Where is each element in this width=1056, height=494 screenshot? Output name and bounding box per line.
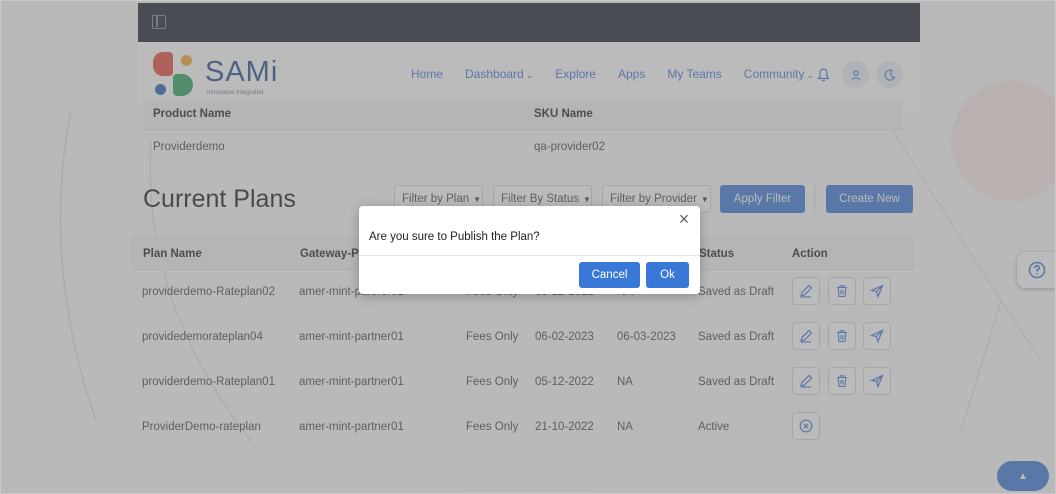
ok-button[interactable]: Ok <box>646 262 689 288</box>
cancel-button[interactable]: Cancel <box>579 262 640 288</box>
dialog-message: Are you sure to Publish the Plan? <box>369 231 540 243</box>
page: SAMi Innovative-Integrated Home Dashboar… <box>0 0 1056 494</box>
dialog-divider <box>359 255 700 256</box>
close-icon[interactable]: × <box>676 210 692 228</box>
publish-confirm-dialog: × Are you sure to Publish the Plan? Canc… <box>359 206 700 294</box>
